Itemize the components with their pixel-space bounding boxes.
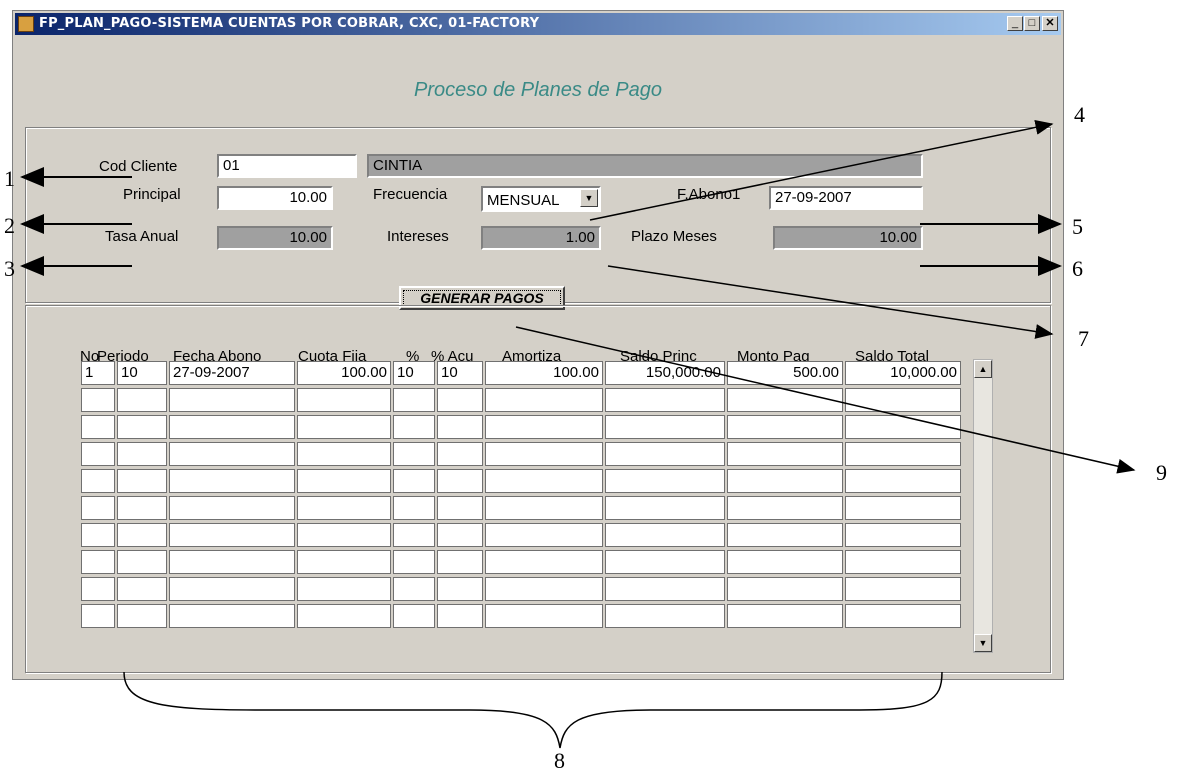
callout-5: 5 xyxy=(1072,214,1083,239)
callout-9: 9 xyxy=(1156,460,1167,485)
callout-1: 1 xyxy=(4,166,15,191)
callout-arrow-9 xyxy=(515,326,1136,474)
callout-arrow-4 xyxy=(589,120,1054,221)
callout-7: 7 xyxy=(1078,326,1089,351)
callout-4: 4 xyxy=(1074,102,1085,127)
brace-shape xyxy=(123,671,943,749)
callout-6: 6 xyxy=(1072,256,1083,281)
annotation-overlay xyxy=(20,120,1136,749)
callout-3: 3 xyxy=(4,256,15,281)
callout-arrow-7 xyxy=(607,265,1054,339)
callout-8: 8 xyxy=(554,748,565,773)
callout-2: 2 xyxy=(4,213,15,238)
